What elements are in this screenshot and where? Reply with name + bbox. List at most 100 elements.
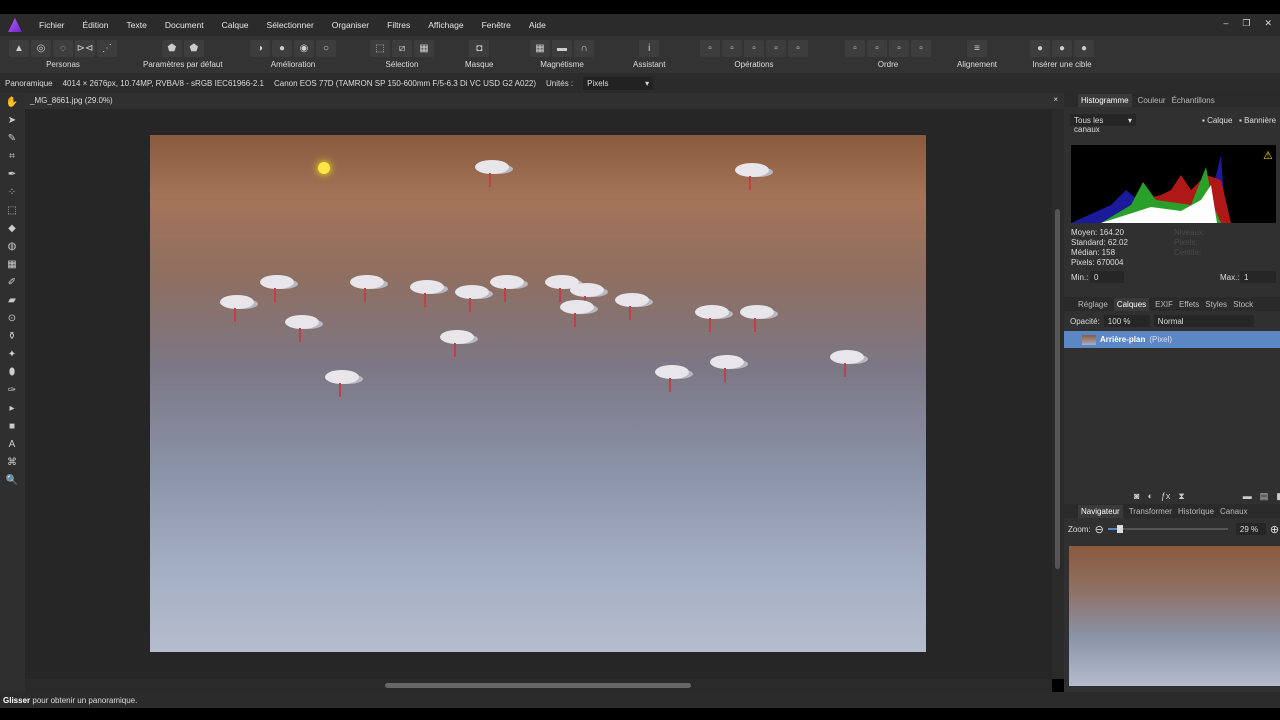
- panel-tab[interactable]: Stock: [1233, 300, 1253, 309]
- t3-icon[interactable]: ●: [1074, 40, 1094, 57]
- quick-mask-icon[interactable]: ◘: [469, 40, 490, 57]
- default-settings-icon[interactable]: ⬟: [161, 40, 182, 57]
- tool-12-icon[interactable]: ⊙: [5, 313, 19, 327]
- panel-tab[interactable]: Transformer: [1129, 507, 1172, 516]
- tool-2-icon[interactable]: ✎: [5, 133, 19, 147]
- marquee-icon[interactable]: ⬚: [370, 40, 390, 57]
- calque-checkbox[interactable]: ▪ Calque: [1202, 116, 1232, 125]
- navigator-preview[interactable]: [1069, 546, 1280, 686]
- develop-persona-icon[interactable]: ◌: [53, 40, 73, 57]
- max-field[interactable]: 1: [1240, 271, 1276, 283]
- tool-8-icon[interactable]: ◍: [5, 241, 19, 255]
- vertical-scrollbar[interactable]: [1052, 109, 1064, 679]
- align-icon[interactable]: ≡: [967, 40, 988, 57]
- tool-20-icon[interactable]: ⌘: [5, 457, 19, 471]
- op4-icon[interactable]: ▫: [766, 40, 786, 57]
- mask-icon[interactable]: ◙: [1134, 491, 1139, 501]
- tool-3-icon[interactable]: ⌗: [5, 151, 19, 165]
- panel-tab[interactable]: Réglage: [1078, 300, 1108, 309]
- op5-icon[interactable]: ▫: [788, 40, 808, 57]
- tool-14-icon[interactable]: ✦: [5, 349, 19, 363]
- photo-persona-icon[interactable]: ▲: [9, 40, 29, 57]
- menu-item[interactable]: Filtres: [378, 20, 419, 30]
- tool-16-icon[interactable]: ✑: [5, 385, 19, 399]
- invert-icon[interactable]: ▦: [414, 40, 434, 57]
- tool-6-icon[interactable]: ⬚: [5, 205, 19, 219]
- auto-white-balance-icon[interactable]: ○: [316, 40, 336, 57]
- tool-11-icon[interactable]: ▰: [5, 295, 19, 309]
- auto-levels-icon[interactable]: ◑: [250, 40, 270, 57]
- minimize-button[interactable]: –: [1223, 18, 1228, 29]
- snap-grid-icon[interactable]: ▦: [530, 40, 550, 57]
- blend-mode-select[interactable]: Normal: [1153, 315, 1254, 327]
- layer-row[interactable]: Arrière-plan (Pixel): [1064, 331, 1280, 348]
- zoom-field[interactable]: 29 %: [1235, 523, 1266, 535]
- live-filter-icon[interactable]: ⧗: [1178, 491, 1184, 502]
- tool-18-icon[interactable]: ■: [5, 421, 19, 435]
- add-layer-icon[interactable]: ▤: [1260, 491, 1269, 502]
- close-document-icon[interactable]: ×: [1053, 95, 1058, 104]
- channel-select[interactable]: Tous les canaux ▾: [1070, 114, 1136, 134]
- units-select[interactable]: Pixels ▾: [583, 76, 654, 90]
- auto-colors-icon[interactable]: ◉: [294, 40, 314, 57]
- liquify-persona-icon[interactable]: ◎: [31, 40, 51, 57]
- min-field[interactable]: 0: [1090, 271, 1124, 283]
- menu-item[interactable]: Fichier: [30, 20, 74, 30]
- magnet-icon[interactable]: ∩: [574, 40, 594, 57]
- tool-5-icon[interactable]: ⁘: [5, 187, 19, 201]
- trash-icon[interactable]: ▮: [1276, 491, 1280, 502]
- o2-icon[interactable]: ▫: [867, 40, 887, 57]
- panel-tab[interactable]: EXIF: [1155, 300, 1173, 309]
- o4-icon[interactable]: ▫: [911, 40, 931, 57]
- tool-21-icon[interactable]: 🔍: [5, 475, 19, 489]
- o1-icon[interactable]: ▫: [845, 40, 865, 57]
- tool-7-icon[interactable]: ◆: [5, 223, 19, 237]
- document-tab[interactable]: _MG_8661.jpg (29.0%) ×: [25, 93, 1064, 109]
- menu-item[interactable]: Texte: [118, 20, 156, 30]
- zoom-slider[interactable]: [1107, 525, 1228, 533]
- panel-tab[interactable]: Couleur: [1138, 96, 1166, 105]
- tool-9-icon[interactable]: ▦: [5, 259, 19, 273]
- panel-tab[interactable]: Canaux: [1220, 507, 1248, 516]
- op3-icon[interactable]: ▫: [744, 40, 764, 57]
- menu-item[interactable]: Organiser: [323, 20, 378, 30]
- tool-19-icon[interactable]: A: [5, 439, 19, 453]
- deselect-icon[interactable]: ⧄: [392, 40, 412, 57]
- menu-item[interactable]: Document: [156, 20, 213, 30]
- menu-item[interactable]: Calque: [213, 20, 258, 30]
- panel-tab[interactable]: Histogramme: [1078, 93, 1132, 107]
- menu-item[interactable]: Aide: [520, 20, 555, 30]
- tool-0-icon[interactable]: ✋: [5, 97, 19, 111]
- op2-icon[interactable]: ▫: [722, 40, 742, 57]
- op1-icon[interactable]: ▫: [700, 40, 720, 57]
- export-persona-icon[interactable]: ⋰: [97, 40, 117, 57]
- panel-tab[interactable]: Calques: [1113, 297, 1150, 311]
- tone-mapping-persona-icon[interactable]: ⊳⊲: [75, 40, 95, 57]
- menu-item[interactable]: Fenêtre: [473, 20, 520, 30]
- reset-icon[interactable]: ⬟: [183, 40, 204, 57]
- zoom-out-icon[interactable]: ⊖: [1095, 523, 1104, 536]
- t1-icon[interactable]: ●: [1030, 40, 1050, 57]
- tool-1-icon[interactable]: ➤: [5, 115, 19, 129]
- opacity-field[interactable]: 100 %: [1103, 315, 1150, 327]
- auto-contrast-icon[interactable]: ●: [272, 40, 292, 57]
- o3-icon[interactable]: ▫: [889, 40, 909, 57]
- panel-tab[interactable]: Historique: [1178, 507, 1214, 516]
- tool-10-icon[interactable]: ✐: [5, 277, 19, 291]
- snap-toggle-icon[interactable]: ▬: [552, 40, 572, 57]
- tool-15-icon[interactable]: ⬮: [5, 367, 19, 381]
- folder-icon[interactable]: ▬: [1243, 491, 1252, 501]
- adjustment-icon[interactable]: ◐: [1147, 491, 1152, 501]
- assistant-icon[interactable]: i: [639, 40, 660, 57]
- fx-icon[interactable]: ƒx: [1161, 491, 1171, 501]
- menu-item[interactable]: Affichage: [419, 20, 472, 30]
- affinity-logo[interactable]: [8, 18, 22, 32]
- horizontal-scrollbar[interactable]: [25, 679, 1052, 692]
- tool-4-icon[interactable]: ✒: [5, 169, 19, 183]
- t2-icon[interactable]: ●: [1052, 40, 1072, 57]
- restore-button[interactable]: ❐: [1242, 18, 1250, 29]
- panel-tab[interactable]: Échantillons: [1172, 96, 1215, 105]
- close-button[interactable]: ✕: [1264, 18, 1272, 29]
- panel-tab[interactable]: Navigateur: [1078, 504, 1123, 518]
- menu-item[interactable]: Édition: [74, 20, 118, 30]
